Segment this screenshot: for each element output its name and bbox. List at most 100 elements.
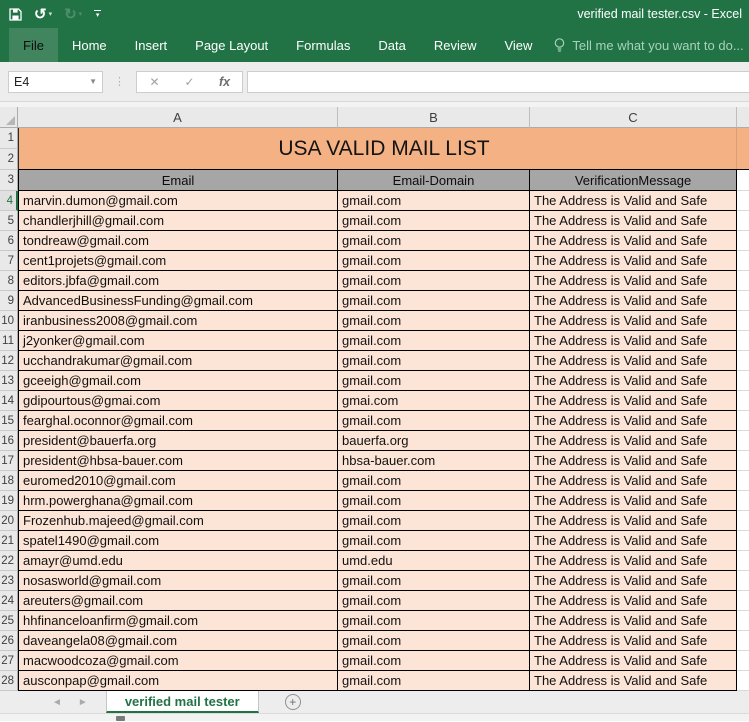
- name-box[interactable]: E4 ▼: [8, 71, 103, 93]
- ribbon-tab-home[interactable]: Home: [58, 28, 121, 62]
- cell-email-domain[interactable]: gmail.com: [338, 331, 530, 351]
- previous-sheet-icon[interactable]: ◄: [52, 697, 62, 708]
- column-header-b[interactable]: B: [338, 107, 530, 128]
- cell-email-domain[interactable]: gmail.com: [338, 371, 530, 391]
- select-all-corner[interactable]: [0, 107, 18, 128]
- undo-dropdown-icon[interactable]: ▾: [49, 11, 53, 18]
- row-header[interactable]: 7: [0, 251, 18, 271]
- cell-email[interactable]: hhfinanceloanfirm@gmail.com: [18, 611, 338, 631]
- cell-verification-message[interactable]: The Address is Valid and Safe: [530, 191, 737, 211]
- title-banner-cell[interactable]: USA VALID MAIL LIST: [18, 128, 749, 170]
- row-header[interactable]: 14: [0, 391, 18, 411]
- cell-verification-message[interactable]: The Address is Valid and Safe: [530, 591, 737, 611]
- cell-email[interactable]: areuters@gmail.com: [18, 591, 338, 611]
- column-header-c[interactable]: C: [530, 107, 737, 128]
- cell-verification-message[interactable]: The Address is Valid and Safe: [530, 551, 737, 571]
- cell-verification-message[interactable]: The Address is Valid and Safe: [530, 671, 737, 691]
- cell-verification-message[interactable]: The Address is Valid and Safe: [530, 351, 737, 371]
- row-header[interactable]: 8: [0, 271, 18, 291]
- save-icon[interactable]: [9, 8, 22, 21]
- cell-verification-message[interactable]: The Address is Valid and Safe: [530, 371, 737, 391]
- next-sheet-icon[interactable]: ►: [78, 697, 88, 708]
- row-header[interactable]: 22: [0, 551, 18, 571]
- row-header[interactable]: 11: [0, 331, 18, 351]
- cell-email-domain[interactable]: gmail.com: [338, 251, 530, 271]
- cell-email[interactable]: iranbusiness2008@gmail.com: [18, 311, 338, 331]
- cell-email[interactable]: nosasworld@gmail.com: [18, 571, 338, 591]
- cell-email-domain[interactable]: gmail.com: [338, 651, 530, 671]
- cell-email-domain[interactable]: gmail.com: [338, 491, 530, 511]
- cell-email[interactable]: fearghal.oconnor@gmail.com: [18, 411, 338, 431]
- row-header[interactable]: 3: [0, 170, 18, 191]
- ribbon-tab-insert[interactable]: Insert: [121, 28, 182, 62]
- cell-email-domain[interactable]: gmail.com: [338, 311, 530, 331]
- cell-verification-message[interactable]: The Address is Valid and Safe: [530, 611, 737, 631]
- cell-email-domain[interactable]: gmail.com: [338, 631, 530, 651]
- cell-email-domain[interactable]: gmail.com: [338, 571, 530, 591]
- cancel-icon[interactable]: ✕: [137, 75, 172, 89]
- customize-quick-access-toolbar-icon[interactable]: ▾: [94, 10, 101, 19]
- cell-email[interactable]: daveangela08@gmail.com: [18, 631, 338, 651]
- cell-email[interactable]: Frozenhub.majeed@gmail.com: [18, 511, 338, 531]
- cell-email[interactable]: gdipourtous@gmai.com: [18, 391, 338, 411]
- cell-email[interactable]: marvin.dumon@gmail.com: [18, 191, 338, 211]
- cell-verification-message[interactable]: The Address is Valid and Safe: [530, 331, 737, 351]
- cell-email-domain[interactable]: gmai.com: [338, 391, 530, 411]
- cell-email-domain[interactable]: bauerfa.org: [338, 431, 530, 451]
- cell-email-domain[interactable]: gmail.com: [338, 351, 530, 371]
- row-header[interactable]: 5: [0, 211, 18, 231]
- table-header-msg[interactable]: VerificationMessage: [530, 170, 737, 191]
- cell-email[interactable]: cent1projets@gmail.com: [18, 251, 338, 271]
- cell-email[interactable]: ucchandrakumar@gmail.com: [18, 351, 338, 371]
- insert-function-icon[interactable]: fx: [207, 75, 242, 89]
- undo-button[interactable]: ↺▾: [34, 7, 52, 22]
- cell-verification-message[interactable]: The Address is Valid and Safe: [530, 251, 737, 271]
- cell-email-domain[interactable]: umd.edu: [338, 551, 530, 571]
- cell-email-domain[interactable]: gmail.com: [338, 671, 530, 691]
- cell-verification-message[interactable]: The Address is Valid and Safe: [530, 311, 737, 331]
- cell-email[interactable]: spatel1490@gmail.com: [18, 531, 338, 551]
- sheet-tab-verified-mail-tester[interactable]: verified mail tester: [106, 691, 259, 713]
- ribbon-tab-page-layout[interactable]: Page Layout: [181, 28, 282, 62]
- cell-email-domain[interactable]: hbsa-bauer.com: [338, 451, 530, 471]
- cell-verification-message[interactable]: The Address is Valid and Safe: [530, 631, 737, 651]
- cell-verification-message[interactable]: The Address is Valid and Safe: [530, 651, 737, 671]
- row-header[interactable]: 15: [0, 411, 18, 431]
- cell-email[interactable]: j2yonker@gmail.com: [18, 331, 338, 351]
- cell-verification-message[interactable]: The Address is Valid and Safe: [530, 571, 737, 591]
- cell-email-domain[interactable]: gmail.com: [338, 591, 530, 611]
- ribbon-tab-view[interactable]: View: [490, 28, 546, 62]
- enter-icon[interactable]: ✓: [172, 75, 207, 89]
- row-header[interactable]: 1: [0, 128, 18, 149]
- column-header-a[interactable]: A: [18, 107, 338, 128]
- cell-email-domain[interactable]: gmail.com: [338, 531, 530, 551]
- row-header[interactable]: 2: [0, 149, 18, 170]
- table-header-domain[interactable]: Email-Domain: [338, 170, 530, 191]
- row-header[interactable]: 4: [0, 191, 18, 211]
- cell-email-domain[interactable]: gmail.com: [338, 471, 530, 491]
- formula-input[interactable]: [247, 71, 749, 93]
- cell-verification-message[interactable]: The Address is Valid and Safe: [530, 491, 737, 511]
- row-header[interactable]: 26: [0, 631, 18, 651]
- cell-verification-message[interactable]: The Address is Valid and Safe: [530, 211, 737, 231]
- cell-email-domain[interactable]: gmail.com: [338, 191, 530, 211]
- cell-email[interactable]: macwoodcoza@gmail.com: [18, 651, 338, 671]
- cell-email[interactable]: AdvancedBusinessFunding@gmail.com: [18, 291, 338, 311]
- cell-email[interactable]: gceeigh@gmail.com: [18, 371, 338, 391]
- table-header-email[interactable]: Email: [18, 170, 338, 191]
- cell-email-domain[interactable]: gmail.com: [338, 271, 530, 291]
- row-header[interactable]: 19: [0, 491, 18, 511]
- cell-email-domain[interactable]: gmail.com: [338, 611, 530, 631]
- ribbon-tab-review[interactable]: Review: [420, 28, 491, 62]
- row-header[interactable]: 27: [0, 651, 18, 671]
- cell-verification-message[interactable]: The Address is Valid and Safe: [530, 451, 737, 471]
- row-header[interactable]: 10: [0, 311, 18, 331]
- row-header[interactable]: 13: [0, 371, 18, 391]
- row-header[interactable]: 12: [0, 351, 18, 371]
- cell-verification-message[interactable]: The Address is Valid and Safe: [530, 231, 737, 251]
- cell-email[interactable]: president@bauerfa.org: [18, 431, 338, 451]
- cell-email[interactable]: amayr@umd.edu: [18, 551, 338, 571]
- cell-email-domain[interactable]: gmail.com: [338, 211, 530, 231]
- tell-me-box[interactable]: Tell me what you want to do...: [554, 28, 743, 62]
- row-header[interactable]: 17: [0, 451, 18, 471]
